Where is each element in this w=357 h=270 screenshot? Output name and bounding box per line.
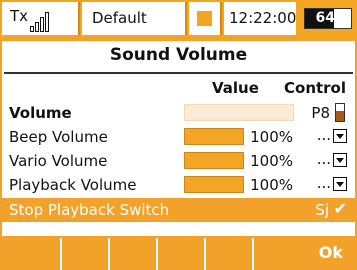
volume-label: Volume bbox=[9, 104, 72, 122]
playback-volume-label: Playback Volume bbox=[9, 176, 137, 194]
row-beep-volume[interactable]: Beep Volume 100% ... bbox=[2, 125, 355, 149]
tx-label: Tx bbox=[10, 7, 29, 25]
beep-volume-label: Beep Volume bbox=[9, 128, 108, 146]
playback-control-label: ... bbox=[316, 174, 331, 192]
row-vario-volume[interactable]: Vario Volume 100% ... bbox=[2, 149, 355, 173]
volume-bar[interactable] bbox=[184, 104, 294, 121]
status-square bbox=[189, 2, 222, 35]
playback-volume-percent: 100% bbox=[250, 176, 293, 194]
footer-button-bar: Ok bbox=[0, 238, 357, 270]
column-header-value: Value bbox=[212, 79, 259, 97]
vario-volume-percent: 100% bbox=[250, 152, 293, 170]
playback-volume-bar-fill bbox=[185, 177, 243, 192]
beep-volume-bar-fill bbox=[185, 129, 243, 144]
status-bar: Tx Default 12:22:00 64% bbox=[0, 0, 357, 37]
volume-bar-fill bbox=[185, 105, 293, 120]
ok-label: Ok bbox=[318, 243, 343, 262]
clock-time: 12:22:00 bbox=[229, 9, 297, 27]
dropdown-arrow-icon[interactable] bbox=[333, 153, 347, 167]
beep-control-label: ... bbox=[316, 126, 331, 144]
page-title: Sound Volume bbox=[109, 45, 248, 65]
row-volume[interactable]: Volume P8 bbox=[2, 101, 355, 125]
function-key-5[interactable] bbox=[204, 238, 252, 270]
beep-volume-percent: 100% bbox=[250, 128, 293, 146]
row-stop-playback-switch[interactable]: Stop Playback Switch Sj ✔ bbox=[2, 198, 355, 222]
column-header-control: Control bbox=[284, 79, 347, 97]
ok-button[interactable]: Ok bbox=[252, 238, 357, 270]
beep-volume-bar[interactable] bbox=[184, 128, 244, 145]
sound-volume-panel: Sound Volume Value Control Volume P8 Bee… bbox=[2, 41, 355, 236]
model-profile[interactable]: Default bbox=[82, 2, 187, 35]
volume-control-label: P8 bbox=[311, 104, 330, 122]
function-key-1[interactable] bbox=[0, 238, 60, 270]
battery-icon: 64% bbox=[304, 8, 352, 29]
playback-volume-bar[interactable] bbox=[184, 176, 244, 193]
vario-volume-bar[interactable] bbox=[184, 152, 244, 169]
model-name: Default bbox=[92, 9, 147, 27]
vario-volume-bar-fill bbox=[185, 153, 243, 168]
row-playback-volume[interactable]: Playback Volume 100% ... bbox=[2, 173, 355, 197]
function-key-4[interactable] bbox=[156, 238, 204, 270]
proportional-control-icon[interactable] bbox=[335, 103, 345, 122]
tx-signal-indicator: Tx bbox=[2, 2, 80, 35]
clock: 12:22:00 bbox=[224, 2, 296, 35]
stop-playback-switch-value: Sj bbox=[315, 201, 329, 219]
function-key-3[interactable] bbox=[108, 238, 156, 270]
battery-status: 64% bbox=[298, 2, 355, 35]
battery-percent: 64% bbox=[315, 10, 349, 26]
dropdown-arrow-icon[interactable] bbox=[333, 129, 347, 143]
vario-control-label: ... bbox=[316, 150, 331, 168]
vario-volume-label: Vario Volume bbox=[9, 152, 108, 170]
status-square-icon bbox=[197, 11, 212, 26]
stop-playback-switch-label: Stop Playback Switch bbox=[9, 201, 170, 219]
checkmark-icon: ✔ bbox=[333, 199, 347, 218]
title-divider bbox=[4, 72, 353, 74]
dropdown-arrow-icon[interactable] bbox=[333, 177, 347, 191]
function-key-2[interactable] bbox=[60, 238, 108, 270]
